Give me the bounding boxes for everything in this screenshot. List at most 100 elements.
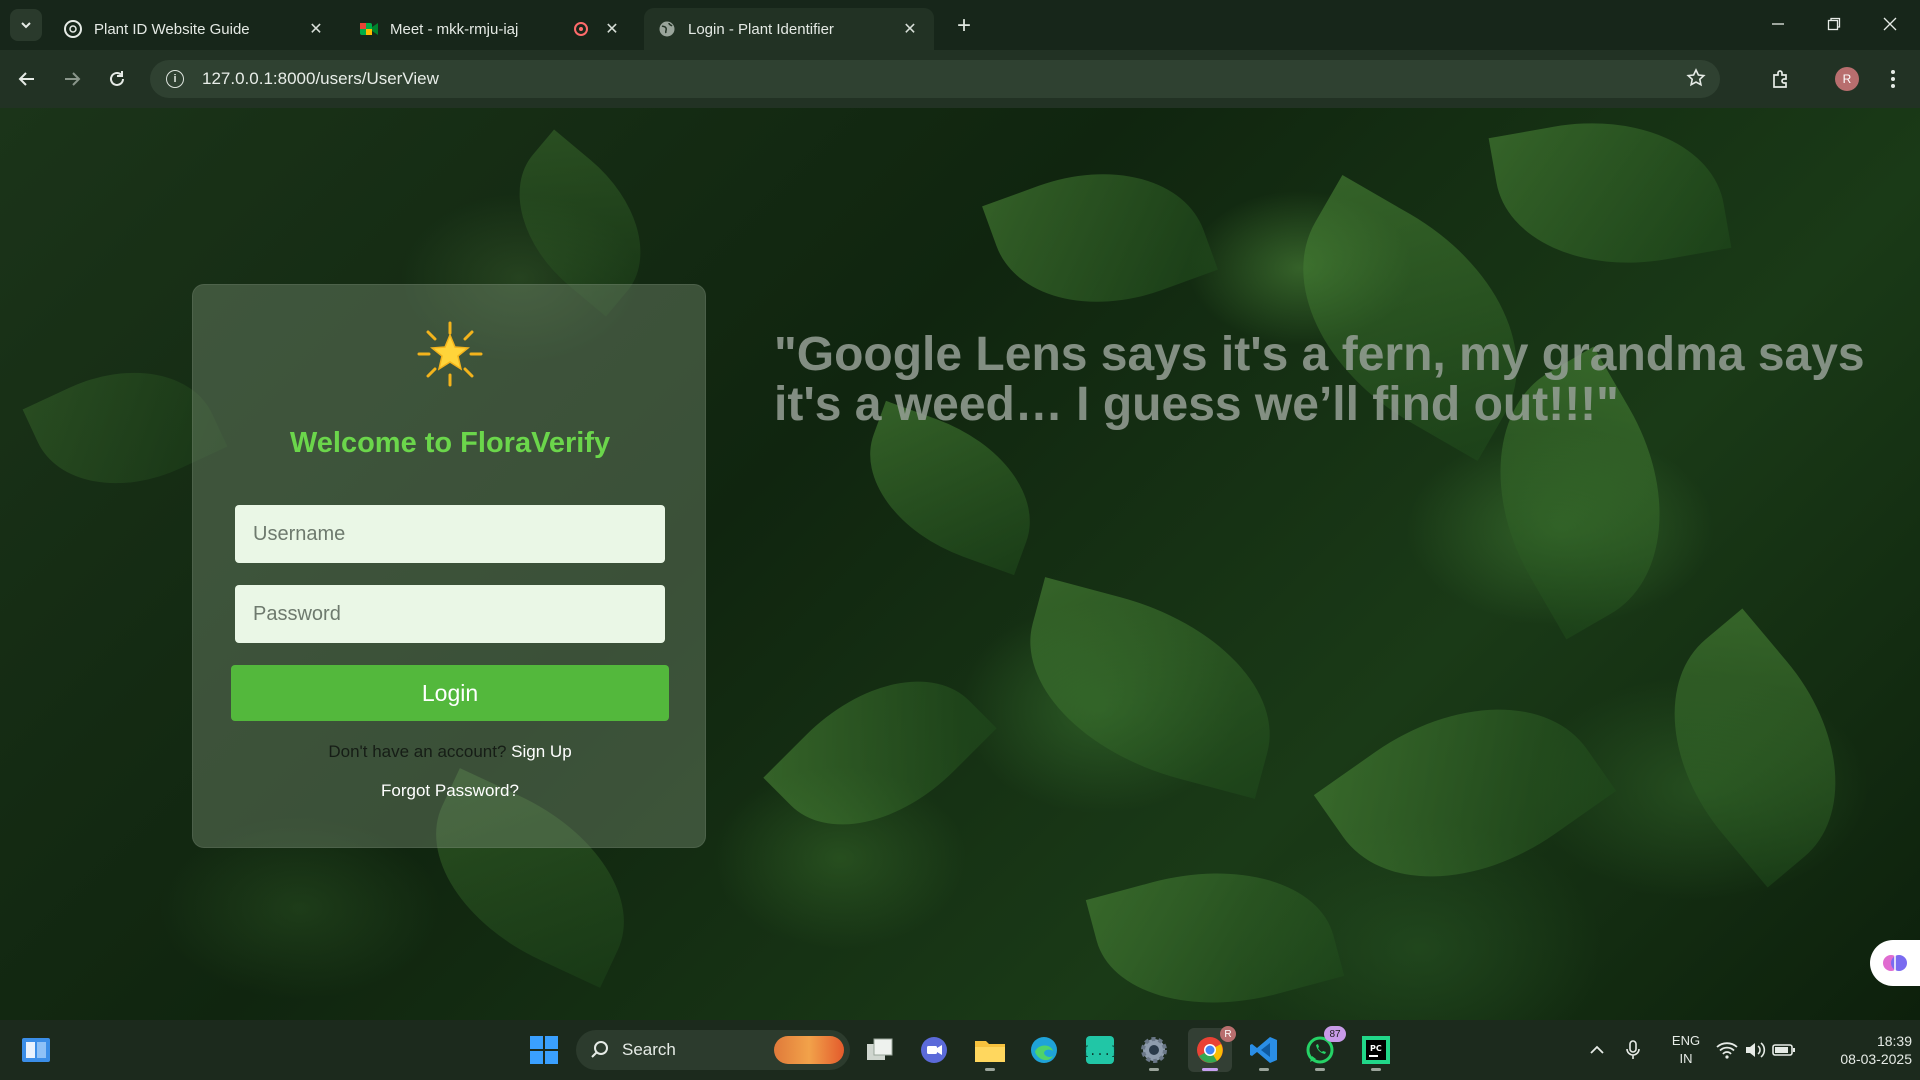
- leaf-decoration: [1003, 577, 1297, 799]
- running-indicator: [985, 1068, 995, 1071]
- username-input[interactable]: [235, 505, 665, 563]
- tab-plant-id-guide[interactable]: Plant ID Website Guide ✕: [50, 8, 340, 50]
- chrome-button[interactable]: R: [1188, 1026, 1236, 1072]
- site-info-icon[interactable]: i: [166, 70, 184, 88]
- pycharm-icon: PC: [1362, 1036, 1390, 1064]
- puzzle-icon: [1773, 70, 1787, 88]
- new-tab-button[interactable]: +: [950, 12, 978, 40]
- clock[interactable]: 18:39 08-03-2025: [1810, 1032, 1912, 1068]
- taskbar-search[interactable]: Search: [576, 1030, 850, 1070]
- file-explorer-button[interactable]: [968, 1028, 1012, 1072]
- teams-meet-button[interactable]: [912, 1028, 956, 1072]
- signup-prompt: Don't have an account?: [328, 742, 507, 761]
- notification-badge: 87: [1324, 1026, 1346, 1042]
- address-bar[interactable]: i 127.0.0.1:8000/users/UserView: [150, 60, 1720, 98]
- chevron-down-icon: [21, 22, 31, 29]
- vscode-icon: [1250, 1037, 1277, 1063]
- running-indicator: [1202, 1068, 1218, 1071]
- running-indicator: [1149, 1068, 1159, 1071]
- running-indicator: [1315, 1068, 1325, 1071]
- more-vertical-icon: [1891, 70, 1895, 88]
- reload-icon: [110, 71, 124, 86]
- forward-button[interactable]: [57, 64, 87, 94]
- windows-icon: [530, 1036, 558, 1064]
- chrome-icon: [1197, 1037, 1223, 1063]
- volume-icon: [1746, 1042, 1766, 1058]
- whatsapp-button[interactable]: 87: [1298, 1026, 1346, 1072]
- leaf-decoration: [763, 636, 997, 870]
- leaf-decoration: [1313, 651, 1617, 935]
- microphone-button[interactable]: [1624, 1020, 1642, 1080]
- sun-icon: [417, 321, 483, 387]
- leaf-decoration: [1619, 608, 1891, 888]
- settings-button[interactable]: [1132, 1028, 1176, 1072]
- wifi-icon: [1716, 1042, 1738, 1059]
- bookmark-star-icon[interactable]: [1686, 68, 1706, 93]
- svg-text:PC: PC: [1370, 1044, 1382, 1053]
- language-indicator[interactable]: ENG IN: [1666, 1032, 1706, 1068]
- login-button[interactable]: Login: [231, 665, 669, 721]
- tab-title: Plant ID Website Guide: [94, 20, 250, 38]
- search-icon: [591, 1041, 608, 1058]
- google-meet-icon: [360, 20, 378, 38]
- profile-badge: R: [1220, 1026, 1236, 1042]
- login-page: "Google Lens says it's a fern, my grandm…: [0, 108, 1920, 1020]
- chevron-up-icon: [1590, 1045, 1604, 1054]
- widgets-icon: [22, 1038, 50, 1062]
- close-icon: [1883, 17, 1897, 31]
- search-label: Search: [622, 1040, 676, 1059]
- close-window-button[interactable]: [1862, 0, 1918, 48]
- widgets-button[interactable]: [14, 1028, 58, 1072]
- minimize-button[interactable]: [1750, 0, 1806, 48]
- microphone-icon: [1626, 1040, 1640, 1059]
- video-chat-icon: [921, 1037, 947, 1063]
- tab-google-meet[interactable]: Meet - mkk-rmju-iaj ✕: [346, 8, 636, 50]
- clock-date: 08-03-2025: [1840, 1051, 1912, 1067]
- network-sound-battery-button[interactable]: [1716, 1020, 1796, 1080]
- brain-icon: [1883, 955, 1907, 971]
- region-code: IN: [1679, 1051, 1693, 1066]
- restore-button[interactable]: [1806, 0, 1862, 48]
- recording-icon: [574, 22, 588, 36]
- hero-quote: "Google Lens says it's a fern, my grandm…: [774, 328, 1865, 431]
- tab-search-button[interactable]: [10, 9, 42, 41]
- login-card: Welcome to FloraVerify Login Don't have …: [192, 284, 706, 848]
- reload-button[interactable]: [102, 64, 132, 94]
- dev-tool-button[interactable]: {...}: [1078, 1028, 1122, 1072]
- leaf-decoration: [1488, 108, 1732, 286]
- language-code: ENG: [1671, 1033, 1701, 1048]
- forgot-password-link[interactable]: Forgot Password?: [193, 781, 707, 801]
- close-icon[interactable]: ✕: [602, 19, 622, 39]
- close-icon[interactable]: ✕: [306, 19, 326, 39]
- running-indicator: [1371, 1068, 1381, 1071]
- profile-button[interactable]: R: [1832, 64, 1862, 94]
- avatar: R: [1835, 67, 1859, 91]
- signup-link[interactable]: Sign Up: [511, 742, 571, 761]
- leaf-decoration: [982, 138, 1218, 338]
- chatgpt-icon: [64, 20, 82, 38]
- pycharm-button[interactable]: PC: [1354, 1028, 1398, 1072]
- task-view-button[interactable]: [858, 1028, 902, 1072]
- show-hidden-icons-button[interactable]: [1588, 1020, 1606, 1080]
- edge-icon: [1031, 1037, 1057, 1063]
- chrome-menu-button[interactable]: [1878, 64, 1908, 94]
- taskbar: Search {...} R 87 PC: [0, 1020, 1920, 1080]
- close-icon[interactable]: ✕: [900, 19, 920, 39]
- gear-icon: [1141, 1037, 1167, 1063]
- tab-title: Meet - mkk-rmju-iaj: [390, 20, 519, 38]
- assistant-widget-button[interactable]: [1870, 940, 1920, 986]
- vscode-button[interactable]: [1242, 1028, 1286, 1072]
- running-indicator: [1259, 1068, 1269, 1071]
- leaf-decoration: [1085, 840, 1345, 1020]
- arrow-right-icon: [65, 72, 81, 86]
- start-button[interactable]: [522, 1028, 566, 1072]
- address-url[interactable]: 127.0.0.1:8000/users/UserView: [202, 69, 439, 89]
- svg-text:{...}: {...}: [1085, 1044, 1115, 1058]
- extensions-button[interactable]: [1766, 64, 1796, 94]
- tab-login-plant-identifier[interactable]: Login - Plant Identifier ✕: [644, 8, 934, 50]
- tab-strip: Plant ID Website Guide ✕ Meet - mkk-rmju…: [0, 0, 1920, 50]
- password-input[interactable]: [235, 585, 665, 643]
- login-title: Welcome to FloraVerify: [289, 427, 611, 459]
- back-button[interactable]: [12, 64, 42, 94]
- edge-button[interactable]: [1022, 1028, 1066, 1072]
